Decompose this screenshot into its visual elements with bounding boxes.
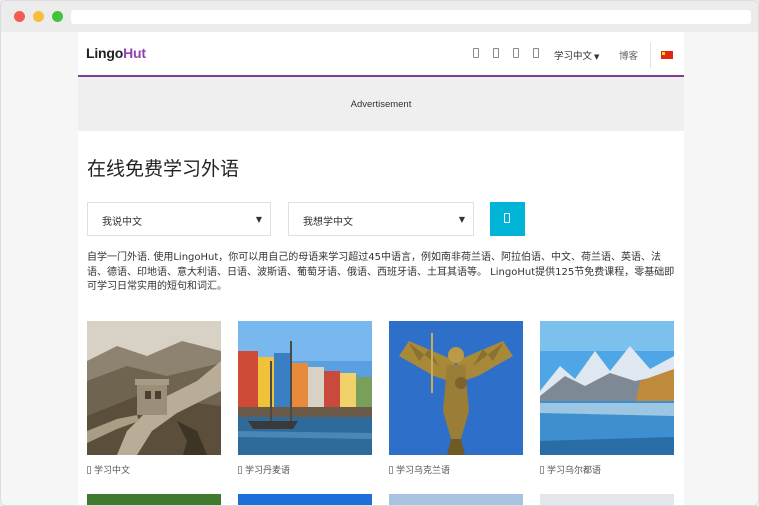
nyhavn-photo[interactable] <box>238 321 372 455</box>
logo-text-hut: Hut <box>123 45 146 61</box>
course-card-ukrainian[interactable]: 学习乌克兰语 <box>389 321 523 476</box>
course-card-partial-3[interactable] <box>389 494 523 505</box>
great-wall-photo[interactable] <box>87 321 221 455</box>
course-card-partial-2[interactable] <box>238 494 372 505</box>
native-language-value: 我说中文 <box>102 217 142 228</box>
browser-titlebar <box>1 1 758 32</box>
page-content: LingoHut 学习中文 ▼ 博客 Advertisement 在线免费学习外语… <box>78 32 684 505</box>
course-card-chinese[interactable]: 学习中文 <box>87 321 221 476</box>
mountain-lake-photo[interactable] <box>540 321 674 455</box>
nav-icon-4[interactable] <box>533 48 539 58</box>
china-flag-icon[interactable] <box>661 51 673 59</box>
advertisement-banner: Advertisement <box>78 77 684 131</box>
course-card-label[interactable]: 学习乌克兰语 <box>389 463 523 476</box>
course-card-partial-4[interactable] <box>540 494 674 505</box>
course-card-partial-1[interactable] <box>87 494 221 505</box>
target-language-value: 我想学中文 <box>303 217 353 228</box>
page-viewport: LingoHut 学习中文 ▼ 博客 Advertisement 在线免费学习外语… <box>1 32 758 505</box>
learn-language-menu[interactable]: 学习中文 ▼ <box>554 48 599 62</box>
minimize-window-button[interactable] <box>33 11 44 22</box>
nav-divider <box>650 42 651 68</box>
course-icon <box>87 466 91 474</box>
target-language-select[interactable]: 我想学中文 ▼ <box>288 202 474 236</box>
page-title: 在线免费学习外语 <box>87 158 240 180</box>
go-button[interactable] <box>490 202 525 236</box>
course-card-label-text: 学习丹麦语 <box>245 466 291 476</box>
nav-icon-2[interactable] <box>493 48 499 58</box>
go-icon <box>504 213 510 223</box>
archangel-statue-photo[interactable] <box>389 321 523 455</box>
logo-text-lingo: Lingo <box>86 45 124 61</box>
close-window-button[interactable] <box>14 11 25 22</box>
learn-language-label: 学习中文 <box>554 51 593 62</box>
course-card-label-text: 学习乌尔都语 <box>547 466 602 476</box>
site-header: LingoHut 学习中文 ▼ 博客 <box>78 32 684 77</box>
address-bar[interactable] <box>71 10 751 24</box>
nav-icon-3[interactable] <box>513 48 519 58</box>
course-icon <box>389 466 393 474</box>
native-language-select[interactable]: 我说中文 ▼ <box>87 202 271 236</box>
course-icon <box>238 466 242 474</box>
course-card-danish[interactable]: 学习丹麦语 <box>238 321 372 476</box>
course-card-label-text: 学习中文 <box>94 466 131 476</box>
advertisement-label: Advertisement <box>350 98 412 110</box>
course-card-label[interactable]: 学习乌尔都语 <box>540 463 674 476</box>
course-icon <box>540 466 544 474</box>
nav-icon-1[interactable] <box>473 48 479 58</box>
site-logo[interactable]: LingoHut <box>86 45 146 61</box>
course-card-urdu[interactable]: 学习乌尔都语 <box>540 321 674 476</box>
course-card-label-text: 学习乌克兰语 <box>396 466 451 476</box>
intro-description: 自学一门外语. 使用LingoHut，你可以用自己的母语来学习超过45中语言，例… <box>87 252 675 292</box>
chevron-down-icon: ▼ <box>458 215 465 224</box>
maximize-window-button[interactable] <box>52 11 63 22</box>
browser-window: LingoHut 学习中文 ▼ 博客 Advertisement 在线免费学习外语… <box>0 0 759 506</box>
course-card-label[interactable]: 学习中文 <box>87 463 221 476</box>
chevron-down-icon: ▼ <box>255 215 262 224</box>
course-card-label[interactable]: 学习丹麦语 <box>238 463 372 476</box>
blog-link[interactable]: 博客 <box>619 48 638 62</box>
chevron-down-icon: ▼ <box>594 53 600 61</box>
